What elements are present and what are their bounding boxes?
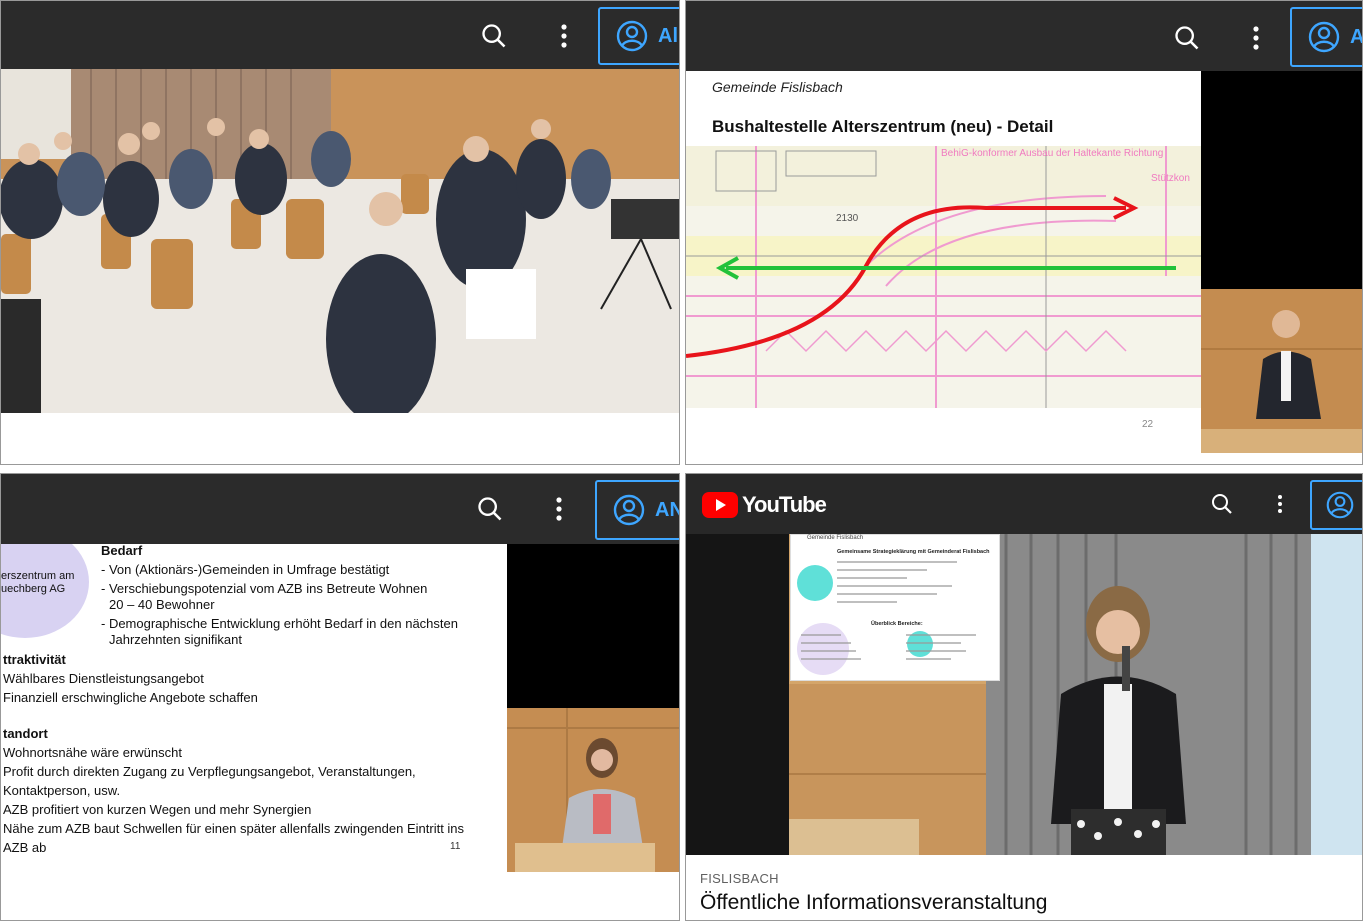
search-icon <box>478 497 502 521</box>
standort-section: tandort Wohnortsnähe wäre erwünscht Prof… <box>3 724 464 857</box>
search-button[interactable] <box>471 490 509 528</box>
presentation-slide: erszentrum am uechberg AG Bedarf - Von (… <box>1 544 507 872</box>
sign-in-button[interactable] <box>1310 480 1362 530</box>
bedarf-item-1: - Von (Aktionärs-)Gemeinden in Umfrage b… <box>101 562 390 577</box>
more-options-button[interactable] <box>1270 488 1290 520</box>
presentation-slide: Gemeinde Fislisbach Bushaltestelle Alter… <box>686 71 1201 453</box>
org-circle-line-2: uechberg AG <box>1 583 66 595</box>
bedarf-heading: Bedarf <box>101 544 143 558</box>
slide-page-number: 22 <box>1142 419 1154 430</box>
search-button[interactable] <box>1168 19 1206 57</box>
youtube-top-bar: YouTube <box>686 474 1362 534</box>
video-frame-slide[interactable]: erszentrum am uechberg AG Bedarf - Von (… <box>1 544 679 872</box>
search-button[interactable] <box>475 17 513 55</box>
youtube-play-icon <box>702 492 738 518</box>
slide-org-name: Gemeinde Fislisbach <box>712 79 843 95</box>
slide-page-number: 11 <box>450 841 461 852</box>
video-panel-needs-slide: AN erszentrum am uechberg AG Bedarf - Vo… <box>0 473 680 921</box>
attraktivitaet-section: ttraktivität Wählbares Dienstleistungsan… <box>3 650 258 707</box>
attr-item-2: Finanziell erschwingliche Angebote schaf… <box>3 690 258 705</box>
more-options-button[interactable] <box>551 17 577 55</box>
app-top-bar: Al <box>1 1 679 69</box>
projected-slide-circle-1 <box>797 565 833 601</box>
more-options-button[interactable] <box>546 490 572 528</box>
video-frame-audience[interactable] <box>1 69 679 413</box>
sign-in-button[interactable]: Al <box>598 7 679 65</box>
org-circle-line-1: erszentrum am <box>1 570 75 582</box>
sign-in-label: AN <box>655 498 679 521</box>
projected-slide-lines-2 <box>801 634 976 660</box>
youtube-logo[interactable]: YouTube <box>702 492 827 518</box>
more-vert-icon <box>556 497 562 521</box>
app-top-bar: A <box>686 1 1362 71</box>
account-circle-icon <box>1326 491 1354 519</box>
projected-slide: Gemeinde Fislisbach Gemeinsame Strategie… <box>790 534 1000 681</box>
more-vert-icon <box>1278 495 1282 513</box>
audience-scene <box>1 69 679 413</box>
account-circle-icon <box>1308 21 1340 53</box>
standort-heading: tandort <box>3 726 48 741</box>
more-vert-icon <box>561 24 567 48</box>
projected-slide-org: Gemeinde Fislisbach <box>807 535 864 541</box>
video-title: Öffentliche Informationsveranstaltung <box>700 891 1048 914</box>
youtube-video-player[interactable]: Gemeinde Fislisbach Gemeinsame Strategie… <box>686 534 1362 855</box>
slide-title: Bushaltestelle Alterszentrum (neu) - Det… <box>712 117 1054 136</box>
search-icon <box>1175 26 1199 50</box>
org-circle-text: erszentrum am uechberg AG <box>1 570 74 596</box>
sign-in-label: Al <box>658 24 678 47</box>
speaker-figure <box>507 708 679 872</box>
projected-slide-sub: Überblick Bereiche: <box>871 621 923 627</box>
more-options-button[interactable] <box>1243 19 1269 57</box>
video-frame-slide[interactable]: Gemeinde Fislisbach Bushaltestelle Alter… <box>686 71 1362 453</box>
stage-scene <box>686 534 1362 855</box>
sign-in-button[interactable]: AN <box>595 480 679 540</box>
bedarf-section: Bedarf - Von (Aktionärs-)Gemeinden in Um… <box>101 544 458 649</box>
map-parcel-number: 2130 <box>836 213 859 224</box>
video-panel-youtube-speaker: YouTube Gemeinde Fislisbach Gemeinsame S… <box>685 473 1363 921</box>
standort-item-5: Nähe zum AZB baut Schwellen für einen sp… <box>3 821 465 836</box>
video-info: FISLISBACH Öffentliche Informationsveran… <box>686 855 1362 920</box>
standort-item-1: Wohnortsnähe wäre erwünscht <box>3 745 182 760</box>
search-icon <box>482 24 506 48</box>
speaker-video-inset <box>507 708 679 872</box>
site-plan-map: 2130 BehiG-konformer Ausbau der Haltekan… <box>686 146 1201 408</box>
standort-item-6: AZB ab <box>3 840 47 855</box>
sign-in-label: A <box>1350 26 1362 49</box>
projected-slide-lines <box>837 561 957 603</box>
map-label-stuetz: Stützkon <box>1151 173 1190 184</box>
account-circle-icon <box>616 20 648 52</box>
search-button[interactable] <box>1206 488 1238 520</box>
standort-item-2: Profit durch direkten Zugang zu Verpfleg… <box>3 764 416 779</box>
channel-name[interactable]: FISLISBACH <box>700 871 779 886</box>
standort-item-3: Kontaktperson, usw. <box>3 783 121 798</box>
standort-item-4: AZB profitiert von kurzen Wegen und mehr… <box>3 802 312 817</box>
sign-in-button[interactable]: A <box>1290 7 1362 67</box>
speaker-figure <box>1201 289 1362 453</box>
attr-heading: ttraktivität <box>3 652 66 667</box>
video-panel-bus-stop-slide: A Gemeinde Fislisbach Bushaltestelle Alt… <box>685 0 1363 465</box>
account-circle-icon <box>613 494 645 526</box>
attr-item-1: Wählbares Dienstleistungsangebot <box>3 671 204 686</box>
more-vert-icon <box>1253 26 1259 50</box>
projected-slide-heading: Gemeinsame Strategieklärung mit Gemeinde… <box>837 549 990 555</box>
app-top-bar: AN <box>1 474 679 544</box>
speaker-video-inset <box>1201 289 1362 453</box>
map-label-behig: BehiG-konformer Ausbau der Haltekante Ri… <box>941 148 1163 159</box>
search-icon <box>1212 494 1232 514</box>
youtube-logo-text: YouTube <box>742 492 827 517</box>
video-panel-audience: Al <box>0 0 680 465</box>
